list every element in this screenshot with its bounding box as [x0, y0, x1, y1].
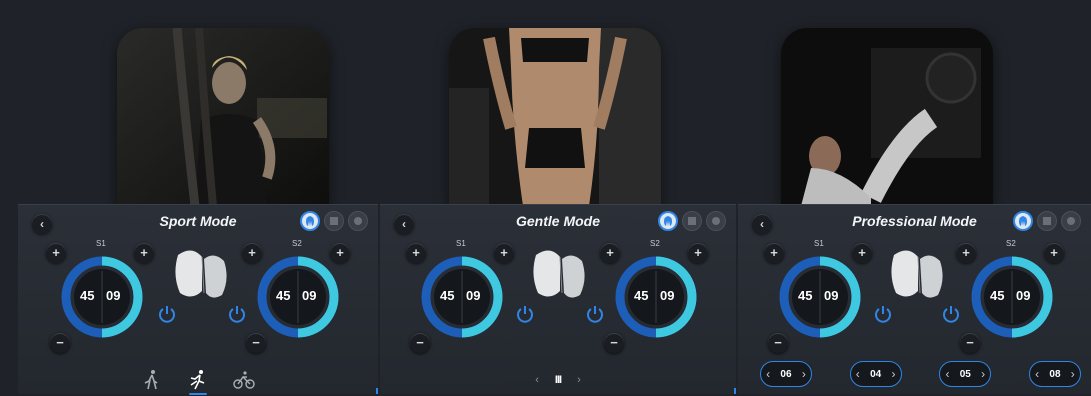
pause-button[interactable]: III	[555, 374, 562, 386]
playback-pager: ‹ III ›	[380, 365, 736, 395]
minutes-value: 45	[80, 288, 95, 303]
decrement-arrow[interactable]: ‹	[766, 367, 770, 381]
professional-mode-panel: ‹ Professional Mode S1 S2 + + + + − − 45…	[738, 204, 1091, 394]
power-icon[interactable]	[158, 305, 176, 323]
timer-dial[interactable]: 45 09	[418, 253, 506, 341]
level-stepper[interactable]: ‹ 06 ›	[760, 361, 812, 387]
mode-selector	[300, 211, 368, 231]
channel-label: S2	[650, 239, 660, 248]
seconds-value: 09	[1016, 288, 1031, 303]
run-icon[interactable]	[187, 369, 209, 395]
decrement-arrow[interactable]: ‹	[1035, 367, 1039, 381]
seconds-value: 09	[466, 288, 481, 303]
mode-photo-icon[interactable]	[1061, 211, 1081, 231]
level-stepper[interactable]: ‹ 05 ›	[939, 361, 992, 387]
stepper-value: 08	[1049, 368, 1061, 380]
gentle-mode-panel: ‹ Gentle Mode S1 S2 + + + + − − 45 09 45…	[380, 204, 736, 394]
timer-dial[interactable]: 45 09	[612, 253, 700, 341]
increment-arrow[interactable]: ›	[891, 367, 895, 381]
timer-dial[interactable]: 45 09	[776, 253, 864, 341]
seconds-value: 09	[302, 288, 317, 303]
activity-selector	[18, 365, 378, 395]
seconds-value: 09	[824, 288, 839, 303]
channel-label: S2	[292, 239, 302, 248]
workout-photo-fitness-model	[449, 28, 661, 206]
decrement-arrow[interactable]: ‹	[856, 367, 860, 381]
minutes-value: 45	[440, 288, 455, 303]
divider-marker	[376, 388, 378, 394]
power-icon[interactable]	[874, 305, 892, 323]
level-stepper[interactable]: ‹ 04 ›	[849, 361, 902, 387]
ems-device-image	[526, 245, 592, 305]
minutes-value: 45	[798, 288, 813, 303]
body-zone-icon[interactable]	[658, 211, 678, 231]
seconds-value: 09	[660, 288, 675, 303]
seconds-value: 09	[106, 288, 121, 303]
timer-dial[interactable]: 45 09	[254, 253, 342, 341]
channel-label: S2	[1006, 239, 1016, 248]
ems-device-image	[884, 245, 950, 305]
increment-arrow[interactable]: ›	[1071, 367, 1075, 381]
increment-arrow[interactable]: ›	[802, 367, 806, 381]
body-zone-icon[interactable]	[300, 211, 320, 231]
channel-label: S1	[814, 239, 824, 248]
mode-photo-icon[interactable]	[1037, 211, 1057, 231]
mode-selector	[658, 211, 726, 231]
divider-marker	[734, 388, 736, 394]
mode-photo-icon[interactable]	[348, 211, 368, 231]
next-button[interactable]: ›	[577, 374, 581, 386]
level-steppers: ‹ 06 › ‹ 04 › ‹ 05 › ‹ 08 ›	[760, 361, 1081, 389]
stepper-value: 06	[780, 368, 792, 380]
mode-photo-icon[interactable]	[324, 211, 344, 231]
mode-photo-icon[interactable]	[706, 211, 726, 231]
workout-photo-leg-press	[781, 28, 993, 206]
walk-icon[interactable]	[141, 369, 163, 391]
power-icon[interactable]	[228, 305, 246, 323]
body-zone-icon[interactable]	[1013, 211, 1033, 231]
sport-mode-panel: ‹ Sport Mode S1 S2 + + + + − − 45 09 45 …	[18, 204, 378, 395]
level-stepper[interactable]: ‹ 08 ›	[1028, 361, 1081, 387]
increment-arrow[interactable]: ›	[981, 367, 985, 381]
ems-device-image	[168, 245, 234, 305]
previous-button[interactable]: ‹	[535, 374, 539, 386]
mode-selector	[1013, 211, 1081, 231]
power-icon[interactable]	[942, 305, 960, 323]
bike-icon[interactable]	[233, 369, 255, 391]
timer-dial[interactable]: 45 09	[58, 253, 146, 341]
power-icon[interactable]	[516, 305, 534, 323]
timer-dial[interactable]: 45 09	[968, 253, 1056, 341]
channel-label: S1	[96, 239, 106, 248]
minutes-value: 45	[634, 288, 649, 303]
channel-label: S1	[456, 239, 466, 248]
power-icon[interactable]	[586, 305, 604, 323]
minutes-value: 45	[990, 288, 1005, 303]
workout-photo-battle-ropes	[117, 28, 329, 206]
stepper-value: 04	[870, 368, 882, 380]
decrement-arrow[interactable]: ‹	[945, 367, 949, 381]
minutes-value: 45	[276, 288, 291, 303]
stepper-value: 05	[959, 368, 971, 380]
mode-photo-icon[interactable]	[682, 211, 702, 231]
